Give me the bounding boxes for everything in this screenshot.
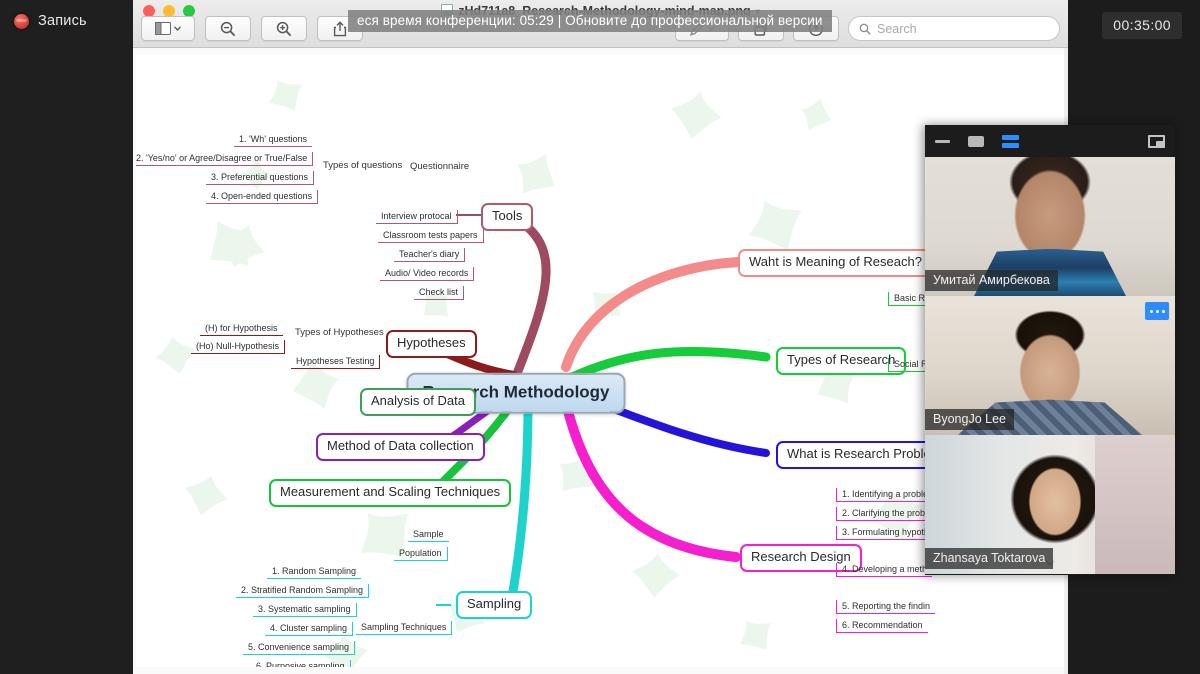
leaf-design-step-6: 6. Recommendation <box>836 619 928 634</box>
sidebar-toggle-button[interactable] <box>141 16 195 41</box>
leaf-design-step-4: 4. Developing a meth <box>836 563 933 578</box>
node-sampling[interactable]: Sampling <box>456 591 533 619</box>
gallery-view-icon <box>1002 134 1019 148</box>
leaf-question-type-1: 1. 'Wh' questions <box>234 133 312 148</box>
minimize-panel-button[interactable] <box>935 139 950 143</box>
conference-banner: еся время конференции: 05:29 | Обновите … <box>348 10 832 32</box>
minimize-icon <box>935 139 950 143</box>
zoom-in-button[interactable] <box>261 16 307 41</box>
chevron-down-icon <box>174 26 181 31</box>
toolbar-left <box>141 16 363 41</box>
participant-tile[interactable]: Умитай Амирбекова <box>925 157 1175 296</box>
record-dot-icon <box>14 13 29 29</box>
node-tools[interactable]: Tools <box>481 203 534 231</box>
participant-name: Умитай Амирбекова <box>925 270 1058 291</box>
search-placeholder: Search <box>877 21 917 36</box>
video-panel-toolbar <box>925 125 1175 157</box>
screen-root: Запись 00:35:00 zHd711a8_Research-Method… <box>0 0 1200 674</box>
label-types-of-questions: Types of questions <box>323 160 403 171</box>
share-up-arrow-icon <box>333 20 347 36</box>
leaf-sampling-techniques: Sampling Techniques <box>356 621 453 636</box>
label-types-of-hypotheses: Types of Hypotheses <box>295 327 384 338</box>
search-icon <box>859 23 871 35</box>
node-meaning-of-research[interactable]: Waht is Meaning of Reseach? <box>738 249 933 277</box>
maximize-icon <box>968 135 984 147</box>
participant-tile[interactable]: ⌄ Zhansaya Toktarova <box>925 435 1175 574</box>
leaf-sampling-3: 3. Systematic sampling <box>253 603 357 618</box>
leaf-question-type-3: 3. Preferential questions <box>206 171 315 186</box>
node-types-of-research[interactable]: Types of Research <box>776 347 907 375</box>
search-input[interactable]: Search <box>848 16 1060 41</box>
node-analysis-of-data[interactable]: Analysis of Data <box>360 388 476 416</box>
participant-tile[interactable]: ByongJo Lee <box>925 296 1175 435</box>
leaf-audio-video-records: Audio/ Video records <box>380 267 475 282</box>
leaf-hypotheses-testing: Hypotheses Testing <box>291 355 381 370</box>
leaf-design-step-2: 2. Clarifying the probl <box>836 507 933 522</box>
leaf-sampling-5: 5. Convenience sampling <box>243 641 356 656</box>
leaf-question-type-4: 4. Open-ended questions <box>206 190 319 205</box>
leaf-sampling-4: 4. Cluster sampling <box>265 622 354 637</box>
zoom-out-button[interactable] <box>205 16 251 41</box>
video-panel: Умитай Амирбекова ByongJo Lee ⌄ Zhansaya… <box>925 125 1175 575</box>
recording-label: Запись <box>38 13 87 29</box>
node-measurement-scaling[interactable]: Measurement and Scaling Techniques <box>269 479 512 507</box>
leaf-hypothesis-null: (Ho) Null-Hypothesis <box>191 340 286 355</box>
leaf-sampling-2: 2. Stratified Random Sampling <box>236 584 370 599</box>
meeting-timer: 00:35:00 <box>1102 12 1182 39</box>
maximize-panel-button[interactable] <box>968 135 984 147</box>
leaf-check-list: Check list <box>414 286 465 301</box>
participant-menu-button[interactable] <box>1145 302 1169 320</box>
picture-in-picture-button[interactable] <box>1148 134 1165 148</box>
leaf-teachers-diary: Teacher's diary <box>394 248 466 263</box>
leaf-sampling-1: 1. Random Sampling <box>267 565 362 580</box>
label-questionnaire: Questionnaire <box>410 161 470 172</box>
leaf-design-step-3: 3. Formulating hypoth <box>836 526 935 541</box>
leaf-question-type-2: 2. 'Yes/no' or Agree/Disagree or True/Fa… <box>136 152 314 167</box>
participant-name: ByongJo Lee <box>925 409 1014 430</box>
leaf-design-step-5: 5. Reporting the findin <box>836 600 936 615</box>
node-hypotheses[interactable]: Hypotheses <box>386 330 477 358</box>
leaf-interview-protocol: Interview protocal <box>376 210 458 225</box>
leaf-classroom-tests-papers: Classroom tests papers <box>378 229 484 244</box>
recording-bar: Запись <box>0 0 133 674</box>
recording-indicator[interactable]: Запись <box>14 13 87 29</box>
node-method-of-data-collection[interactable]: Method of Data collection <box>316 433 485 461</box>
leaf-design-step-1: 1. Identifying a proble <box>836 488 934 503</box>
participant-name: Zhansaya Toktarova <box>925 548 1054 569</box>
leaf-sampling-6: 6. Purposive sampling <box>251 660 351 667</box>
magnifier-minus-icon <box>220 21 236 36</box>
leaf-population: Population <box>394 547 448 562</box>
gallery-view-button[interactable] <box>1002 134 1019 148</box>
leaf-sample: Sample <box>408 528 449 543</box>
leaf-hypothesis-h: (H) for Hypothesis <box>200 322 283 337</box>
magnifier-plus-icon <box>276 21 292 36</box>
sidebar-icon <box>155 22 171 35</box>
